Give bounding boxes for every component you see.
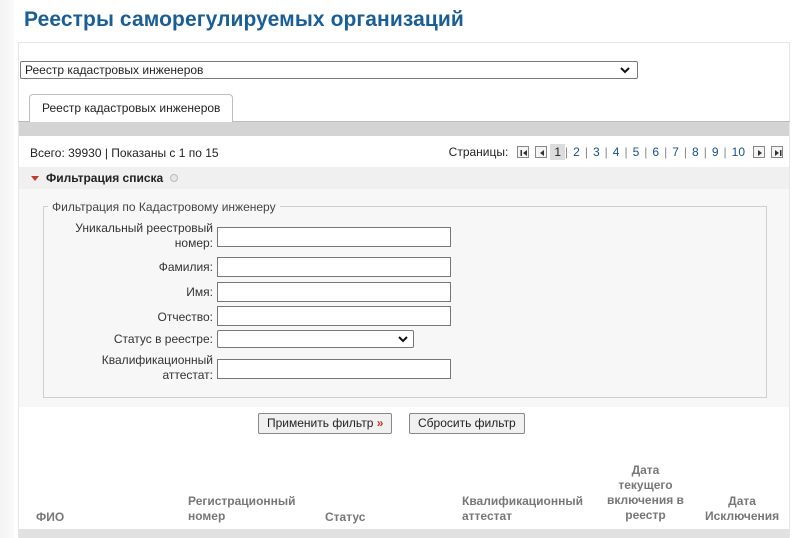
tab-cadastral-engineers[interactable]: Реестр кадастровых инженеров (29, 94, 234, 122)
first-page-icon (520, 150, 528, 156)
page-7[interactable]: 7 (667, 145, 684, 159)
page-3[interactable]: 3 (588, 145, 605, 159)
column-header-line: реестр (625, 508, 666, 522)
last-name-input[interactable] (217, 257, 451, 277)
chevron-down-icon (620, 67, 630, 74)
next-page-icon (758, 150, 762, 156)
column-header-line: Регистрационный (188, 494, 296, 508)
collapse-triangle-icon (31, 175, 39, 181)
column-header-line: аттестат (462, 509, 513, 523)
table-header-bottom-bar (19, 529, 789, 538)
column-header-status[interactable]: Статус (325, 510, 365, 525)
reset-filter-button[interactable]: Сбросить фильтр (409, 413, 525, 434)
certificate-input[interactable] (217, 359, 451, 379)
page-2[interactable]: 2 (568, 145, 585, 159)
column-header-line: Исключения (705, 509, 780, 523)
last-page-icon (775, 150, 782, 156)
registry-number-input[interactable] (217, 227, 451, 247)
patronymic-label: Отчество: (157, 310, 214, 324)
column-header-line: Дата (631, 463, 660, 477)
column-header-line: текущего (618, 478, 673, 492)
last-page-button[interactable] (771, 146, 783, 158)
registry-select-value: Реестр кадастровых инженеров (25, 63, 204, 77)
column-header-line: Статус (325, 510, 366, 524)
first-name-input[interactable] (217, 282, 451, 302)
column-header-exclusion-date[interactable]: Дата Исключения (705, 494, 779, 524)
next-page-button[interactable] (753, 146, 765, 158)
column-header-line: номер (188, 509, 226, 523)
apply-filter-label: Применить фильтр (267, 416, 374, 430)
double-arrow-icon: » (376, 416, 384, 430)
page-1[interactable]: 1 (550, 144, 566, 160)
status-select[interactable] (217, 330, 414, 348)
status-label: Статус в реестре: (113, 332, 213, 346)
column-header-line: ФИО (36, 510, 65, 524)
page-6[interactable]: 6 (647, 145, 664, 159)
filter-header-label: Фильтрация списка (46, 171, 164, 185)
page-4[interactable]: 4 (608, 145, 625, 159)
registry-number-label-line1: Уникальный реестровый (75, 221, 213, 235)
page-8[interactable]: 8 (687, 145, 704, 159)
pagination: Страницы: 1 | 2 | 3 | 4 | 5 | 6 | 7 | 8 … (449, 143, 786, 161)
column-header-line: Квалификационный (462, 494, 583, 508)
pagination-label: Страницы: (448, 145, 509, 159)
tab-label: Реестр кадастровых инженеров (42, 101, 221, 115)
registry-number-label-line2: номер: (174, 236, 213, 250)
records-summary: Всего: 39930 | Показаны с 1 по 15 (30, 146, 219, 160)
info-dot-icon (170, 174, 179, 182)
page-left-gutter (0, 0, 14, 538)
toolbar-bar (19, 122, 789, 136)
chevron-down-icon (398, 336, 408, 343)
first-name-label: Имя: (186, 285, 213, 299)
registry-number-label: Уникальный реестровый номер: (40, 221, 213, 251)
prev-page-icon (540, 150, 545, 156)
registry-select[interactable]: Реестр кадастровых инженеров (20, 61, 638, 79)
filter-fieldset-legend: Фильтрация по Кадастровому инженеру (48, 200, 280, 214)
page-title: Реестры саморегулируемых организаций (24, 8, 464, 31)
last-name-label: Фамилия: (158, 260, 213, 274)
page-9[interactable]: 9 (707, 145, 724, 159)
first-page-button[interactable] (517, 146, 530, 158)
apply-filter-button[interactable]: Применить фильтр » (258, 413, 393, 434)
certificate-label-line1: Квалификационный (101, 353, 213, 367)
column-header-reg-number[interactable]: Регистрационный номер (188, 494, 296, 524)
page-5[interactable]: 5 (628, 145, 645, 159)
column-header-line: включения в (607, 493, 684, 507)
column-header-fio[interactable]: ФИО (36, 510, 64, 525)
page-10[interactable]: 10 (727, 145, 750, 159)
filter-toggle[interactable]: Фильтрация списка (19, 167, 789, 189)
column-header-inclusion-date[interactable]: Дата текущего включения в реестр (607, 463, 684, 523)
certificate-label: Квалификационный аттестат: (40, 353, 213, 383)
certificate-label-line2: аттестат: (162, 368, 213, 382)
column-header-certificate[interactable]: Квалификационный аттестат (462, 494, 583, 524)
prev-page-button[interactable] (535, 146, 548, 158)
patronymic-input[interactable] (217, 306, 451, 326)
column-header-line: Дата (728, 494, 756, 508)
